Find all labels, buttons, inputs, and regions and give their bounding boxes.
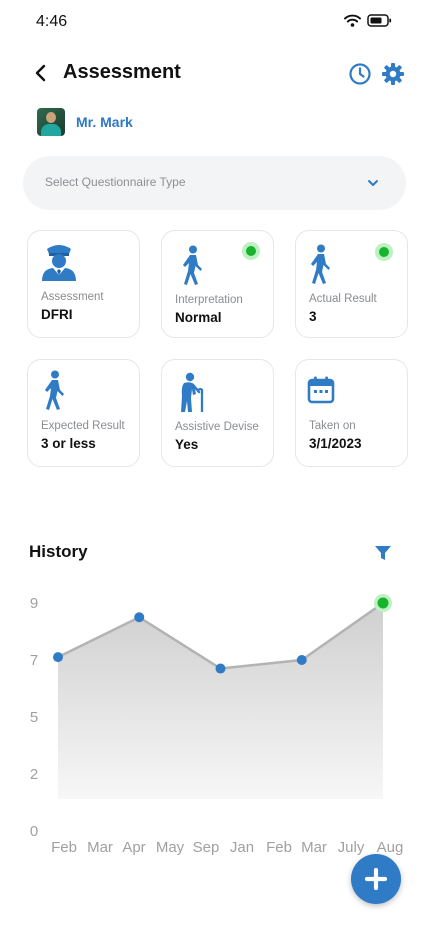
back-button[interactable]: [30, 62, 52, 84]
card-taken-on[interactable]: Taken on 3/1/2023: [295, 359, 408, 467]
x-tick-label: Mar: [87, 839, 113, 856]
card-label: Interpretation: [175, 294, 243, 306]
chevron-down-icon: [368, 180, 378, 186]
filter-icon: [375, 546, 391, 560]
history-title: History: [29, 542, 88, 561]
patient-name: Mr. Mark: [76, 114, 133, 130]
status-indicator-green: [375, 243, 393, 261]
card-value: Yes: [175, 437, 199, 452]
filter-button[interactable]: [374, 544, 392, 562]
card-value: DFRI: [41, 307, 73, 322]
data-point[interactable]: [377, 597, 389, 609]
walking-person-icon: [183, 245, 202, 285]
card-label: Taken on: [309, 420, 356, 432]
questionnaire-type-select[interactable]: Select Questionnaire Type: [23, 156, 406, 210]
y-tick-label: 2: [30, 766, 38, 783]
gear-icon: [382, 63, 404, 85]
questionnaire-select-placeholder: Select Questionnaire Type: [45, 175, 186, 189]
chevron-left-icon: [35, 64, 46, 82]
card-interpretation[interactable]: Interpretation Normal: [161, 230, 274, 338]
wifi-icon: [344, 14, 361, 27]
card-assistive-device[interactable]: Assistive Devise Yes: [161, 359, 274, 467]
card-value: 3/1/2023: [309, 436, 362, 451]
x-tick-label: Sep: [193, 839, 220, 856]
data-point[interactable]: [296, 655, 307, 665]
history-chart: 02579 Feb Mar Apr May Sep Jan Feb Mar July Aug: [30, 594, 403, 856]
x-tick-label: Jan: [230, 839, 254, 856]
card-label: Assessment: [41, 291, 104, 303]
card-label: Actual Result: [309, 293, 377, 305]
x-tick-label: Mar: [301, 839, 327, 856]
card-label: Assistive Devise: [175, 421, 259, 433]
x-tick-label: Feb: [266, 839, 292, 856]
page-title: Assessment: [63, 61, 181, 83]
add-assessment-button[interactable]: [351, 854, 401, 904]
card-value: 3 or less: [41, 436, 96, 451]
data-point[interactable]: [215, 663, 226, 674]
status-icons: [344, 14, 392, 27]
plus-icon: [364, 867, 388, 891]
patient-row[interactable]: Mr. Mark: [37, 108, 133, 136]
calendar-icon: [307, 376, 335, 404]
card-value: 3: [309, 309, 317, 324]
x-tick-label: Feb: [51, 839, 77, 856]
walking-person-icon: [45, 370, 64, 410]
y-tick-label: 7: [30, 652, 38, 669]
card-expected-result[interactable]: Expected Result 3 or less: [27, 359, 140, 467]
y-tick-label: 5: [30, 709, 38, 726]
battery-icon: [367, 14, 392, 27]
walking-person-icon: [311, 244, 330, 284]
card-label: Expected Result: [41, 420, 125, 432]
card-actual-result[interactable]: Actual Result 3: [295, 230, 408, 338]
card-value: Normal: [175, 310, 222, 325]
settings-button[interactable]: [381, 62, 405, 86]
data-point[interactable]: [53, 652, 63, 663]
status-bar: 4:46: [0, 0, 428, 46]
x-tick-label: Apr: [122, 839, 145, 856]
y-tick-label: 0: [30, 823, 38, 840]
header: Assessment: [0, 56, 428, 92]
clock-icon: [349, 63, 371, 85]
x-tick-label: July: [338, 839, 365, 856]
elderly-cane-icon: [181, 372, 204, 412]
avatar: [37, 108, 65, 136]
card-assessment[interactable]: Assessment DFRI: [27, 230, 140, 338]
status-indicator-green: [242, 242, 260, 260]
y-tick-label: 9: [30, 595, 38, 612]
police-officer-icon: [42, 245, 76, 281]
x-tick-label: May: [156, 839, 185, 856]
data-point[interactable]: [134, 612, 145, 623]
status-time: 4:46: [36, 13, 68, 30]
history-button[interactable]: [348, 62, 372, 86]
